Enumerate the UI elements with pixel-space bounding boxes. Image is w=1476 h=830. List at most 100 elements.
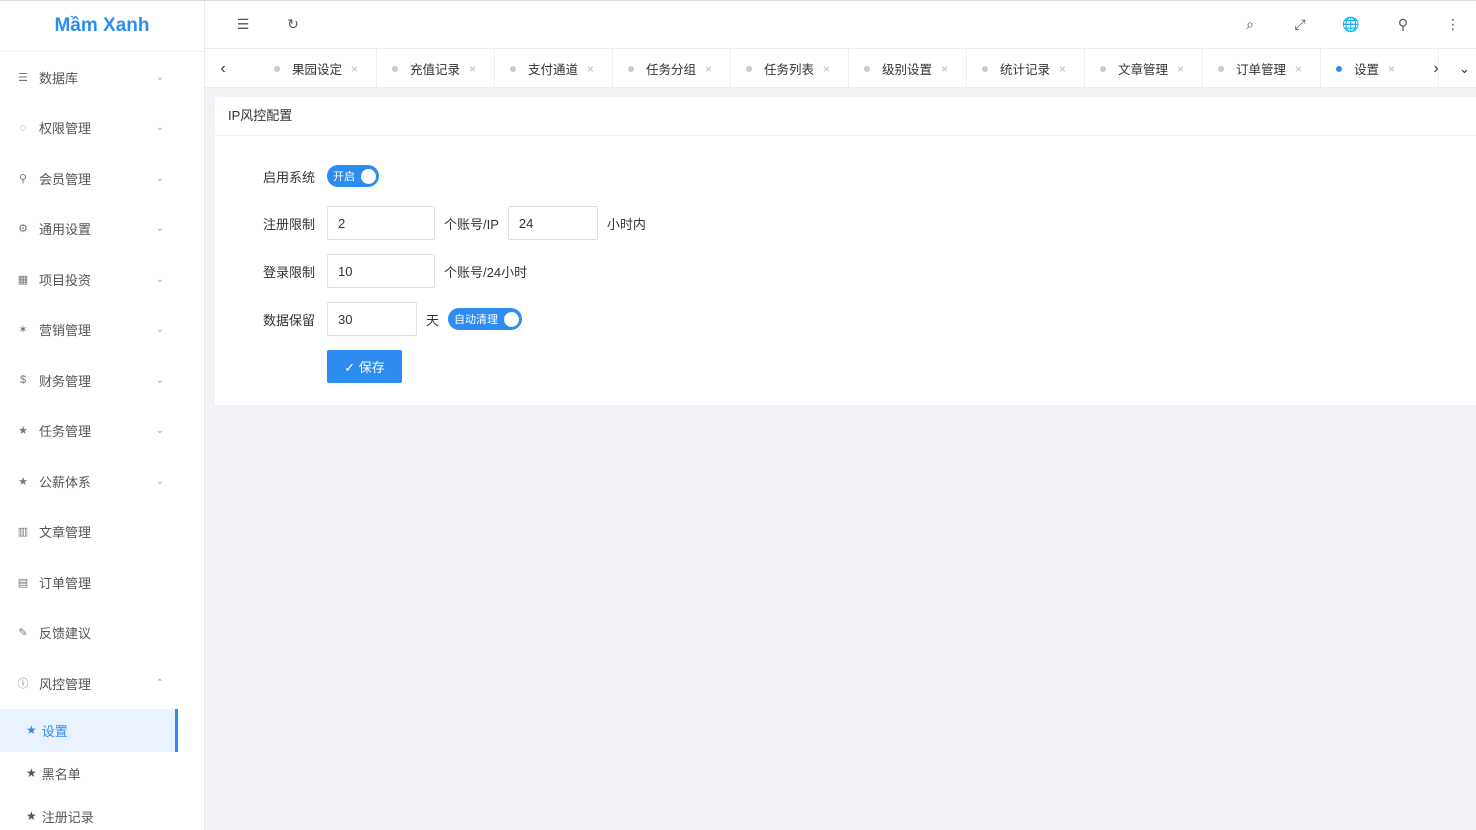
registration-hours-label: 小时内 <box>606 216 646 232</box>
close-icon[interactable]: × <box>823 62 830 76</box>
search-icon[interactable]: ⌕ <box>1238 13 1262 35</box>
tab-dot <box>864 65 870 72</box>
sidebar-subitem-label: 黑名单 <box>41 766 81 782</box>
tab-statistics[interactable]: 统计记录 × <box>967 49 1085 88</box>
sidebar-item-label: 反馈建议 <box>39 626 92 642</box>
close-icon[interactable]: × <box>1177 62 1184 76</box>
tab-label: 设置 <box>1354 63 1380 77</box>
chevron-down-icon: ⌄ <box>155 71 164 83</box>
sidebar-item-database[interactable]: ☰ 数据库 ⌄ <box>0 52 204 103</box>
sidebar-subitem-blacklist[interactable]: ★ 黑名单 <box>0 752 178 795</box>
days-unit-label: 天 <box>426 312 440 328</box>
sidebar-item-marketing[interactable]: ✶ 营销管理 ⌄ <box>0 305 204 356</box>
book-icon: ▥ <box>17 526 29 539</box>
sidebar-item-label: 权限管理 <box>39 121 92 137</box>
close-icon[interactable]: × <box>1059 62 1066 76</box>
menu-toggle-icon[interactable]: ☰ <box>231 13 255 35</box>
sidebar-item-label: 营销管理 <box>39 323 92 339</box>
registration-hours-input[interactable]: 24 <box>507 206 598 240</box>
sidebar-item-general-settings[interactable]: ⚙ 通用设置 ⌄ <box>0 204 204 255</box>
save-button[interactable]: ✓ 保存 <box>327 350 402 383</box>
tab-level-settings[interactable]: 级别设置 × <box>849 49 967 88</box>
star-icon: ★ <box>18 475 28 488</box>
sidebar-item-orders[interactable]: ▤ 订单管理 <box>0 557 204 608</box>
sidebar-subitem-settings[interactable]: ★ 设置 <box>0 708 178 752</box>
close-icon[interactable]: × <box>705 62 712 76</box>
data-retention-row: 数据保留 30 天 自动清理 <box>263 302 523 336</box>
close-icon[interactable]: × <box>941 62 948 76</box>
tab-payment-channels[interactable]: 支付通道 × <box>495 49 613 88</box>
refresh-icon[interactable]: ↻ <box>281 13 305 35</box>
tab-task-list[interactable]: 任务列表 × <box>731 49 849 88</box>
star-icon: ★ <box>18 425 28 438</box>
registration-limit-label: 注册限制 <box>263 216 316 232</box>
close-icon[interactable]: × <box>1295 62 1302 76</box>
chevron-down-icon: ⌄ <box>155 223 164 235</box>
sidebar-item-finance[interactable]: $ 财务管理 ⌄ <box>0 355 204 406</box>
sidebar-item-label: 财务管理 <box>39 373 92 389</box>
chevron-down-icon: ⌄ <box>155 324 164 336</box>
enable-system-row: 启用系统 开启 <box>263 159 379 193</box>
tab-dot <box>274 65 280 72</box>
close-icon[interactable]: × <box>587 62 594 76</box>
close-icon[interactable]: × <box>351 62 358 76</box>
login-limit-label: 登录限制 <box>263 264 316 280</box>
chevron-down-icon: ⌄ <box>155 122 164 134</box>
tab-orders[interactable]: 订单管理 × <box>1203 49 1321 88</box>
grid-icon: ▦ <box>17 273 29 286</box>
tab-prev-icon[interactable]: ‹ <box>205 49 241 88</box>
close-icon[interactable]: × <box>469 62 476 76</box>
data-retention-days-input[interactable]: 30 <box>327 302 417 336</box>
tab-task-groups[interactable]: 任务分组 × <box>613 49 731 88</box>
tab-dot <box>510 65 516 72</box>
more-icon[interactable]: ⋮ <box>1441 13 1465 35</box>
ip-risk-config-card: IP风控配置 启用系统 开启 注册限制 2 个账号/IP 24 小时内 登录限制… <box>215 97 1476 405</box>
tab-label: 果园设定 <box>292 63 343 77</box>
chevron-down-icon: ⌄ <box>155 273 164 285</box>
sidebar-item-tasks[interactable]: ★ 任务管理 ⌄ <box>0 406 204 457</box>
tab-label: 订单管理 <box>1236 63 1287 77</box>
tab-dot <box>982 65 988 72</box>
sidebar-subitem-registration-log[interactable]: ★ 注册记录 <box>0 795 178 830</box>
registration-limit-row: 注册限制 2 个账号/IP 24 小时内 <box>263 206 655 240</box>
sidebar-item-feedback[interactable]: ✎ 反馈建议 <box>0 608 204 659</box>
switch-text: 自动清理 <box>454 314 499 326</box>
switch-knob <box>361 168 376 184</box>
sidebar-item-permissions[interactable]: ◌ 权限管理 ⌄ <box>0 103 204 154</box>
sidebar-item-label: 文章管理 <box>39 525 92 541</box>
tab-articles[interactable]: 文章管理 × <box>1085 49 1203 88</box>
card-title: IP风控配置 <box>215 97 1476 136</box>
login-count-input[interactable]: 10 <box>327 254 435 288</box>
tab-next-icon[interactable]: › <box>1418 49 1454 88</box>
auto-clean-switch[interactable]: 自动清理 <box>448 308 523 330</box>
globe-icon[interactable]: 🌐 <box>1339 13 1363 35</box>
fullscreen-icon[interactable]: ⤢ <box>1288 13 1312 35</box>
registration-count-input[interactable]: 2 <box>327 206 435 240</box>
tab-label: 文章管理 <box>1118 63 1169 77</box>
sidebar-item-risk-control[interactable]: ⓘ 风控管理 ⌃ <box>0 658 204 709</box>
tab-orchard-settings[interactable]: 果园设定 × <box>259 49 377 88</box>
tab-label: 级别设置 <box>882 63 933 77</box>
tab-recharge-records[interactable]: 充值记录 × <box>377 49 495 88</box>
app-logo[interactable]: Mầm Xanh <box>0 1 204 52</box>
registration-unit-label: 个账号/IP <box>444 216 499 232</box>
sidebar-item-articles[interactable]: ▥ 文章管理 <box>0 507 204 558</box>
tab-label: 统计记录 <box>1000 63 1051 77</box>
sparkle-icon: ✶ <box>18 324 28 337</box>
close-icon[interactable]: × <box>1388 62 1395 76</box>
user-icon[interactable]: ⚲ <box>1391 13 1415 35</box>
enable-system-switch[interactable]: 开启 <box>327 165 379 187</box>
tab-dot <box>1336 65 1342 72</box>
enable-system-label: 启用系统 <box>263 169 316 185</box>
database-icon: ☰ <box>18 71 28 84</box>
sidebar-item-label: 会员管理 <box>39 171 92 187</box>
data-retention-label: 数据保留 <box>263 312 316 328</box>
dollar-icon: $ <box>19 374 27 387</box>
sidebar-item-members[interactable]: ⚲ 会员管理 ⌄ <box>0 153 204 204</box>
sidebar-item-salary[interactable]: ★ 公薪体系 ⌄ <box>0 456 204 507</box>
chevron-up-icon: ⌃ <box>155 677 164 689</box>
top-header: ☰ ↻ ⌕ ⤢ 🌐 ⚲ ⋮ <box>205 0 1476 48</box>
sidebar-item-investments[interactable]: ▦ 项目投资 ⌄ <box>0 254 204 305</box>
star-icon: ★ <box>26 723 37 737</box>
chevron-down-icon[interactable]: ⌄ <box>1453 49 1476 88</box>
